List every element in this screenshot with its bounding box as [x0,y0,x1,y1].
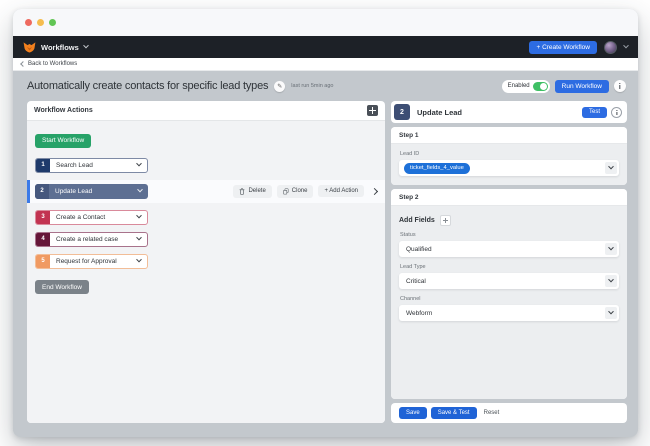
step-detail-title: Update Lead [417,107,463,117]
step-number-badge: 2 [35,183,49,199]
breadcrumb: Back to Workflows [13,58,638,71]
product-name: Workflows [41,42,79,52]
channel-label: Channel [400,296,421,302]
enabled-toggle[interactable]: Enabled [501,79,550,93]
test-button[interactable]: Test [581,106,607,118]
workflow-actions-title: Workflow Actions [34,107,93,114]
last-run-text: last run 5min ago [291,83,334,89]
step-2-dropdown[interactable]: 2 Update Lead [35,183,148,199]
step-1-dropdown[interactable]: 1 Search Lead [35,157,148,173]
status-label: Status [400,232,416,238]
dropdown-chevron [605,162,617,174]
step-1-heading: Step 1 [391,127,627,144]
start-workflow-node[interactable]: Start Workflow [35,133,92,148]
clone-icon [283,188,289,194]
step-1-card: Step 1 Lead ID ticket_fields_4_value [391,127,627,185]
chevron-left-icon [20,61,26,67]
dropdown-chevron [605,307,617,319]
add-fields-label: Add Fields [399,217,435,224]
workflow-canvas: Start Workflow 1 Search Lead 2 Update Le… [27,121,385,423]
workflow-step-row: 5 Request for Approval [35,253,377,269]
chevron-right-icon[interactable] [370,187,379,195]
step-detail-footer: Save Save & Test Reset [391,403,627,423]
info-icon[interactable] [611,106,622,118]
dropdown-chevron [605,243,617,255]
toggle-on-icon [532,81,548,91]
status-dropdown[interactable]: Qualified [399,241,619,257]
create-workflow-button[interactable]: + Create Workflow [529,40,597,54]
trash-icon [240,187,245,195]
workflow-step-row: 1 Search Lead [35,157,377,173]
chevron-down-icon [137,186,143,193]
add-step-button[interactable] [367,105,378,116]
step-number-badge: 2 [394,104,410,120]
page-title: Automatically create contacts for specif… [27,80,269,92]
end-workflow-node: End Workflow [35,280,89,294]
step-4-dropdown[interactable]: 4 Create a related case [35,231,148,247]
edit-title-button[interactable]: ✎ [274,80,286,92]
step-number-badge: 1 [36,158,50,172]
save-button[interactable]: Save [399,407,427,419]
add-action-button[interactable]: + Add Action [318,185,364,197]
close-window-button[interactable] [25,19,32,26]
step-3-dropdown[interactable]: 3 Create a Contact [35,209,148,225]
top-navbar: Workflows + Create Workflow [13,36,638,58]
back-to-workflows-link[interactable]: Back to Workflows [28,61,77,67]
mac-titlebar [13,9,638,36]
step-detail-panel: 2 Update Lead Test Step 1 Lead ID ticket… [391,101,627,423]
minimize-window-button[interactable] [37,19,44,26]
delete-step-button[interactable]: Delete [233,184,272,198]
lead-type-dropdown[interactable]: Critical [399,273,619,289]
zoom-window-button[interactable] [49,19,56,26]
plus-icon [442,218,448,223]
channel-dropdown[interactable]: Webform [399,305,619,321]
lead-id-token[interactable]: ticket_fields_4_value [404,162,470,174]
chevron-down-icon [136,234,142,241]
lead-id-label: Lead ID [400,151,420,157]
chevron-down-icon [82,42,89,49]
pencil-icon: ✎ [277,83,283,90]
run-workflow-button[interactable]: Run Workflow [554,79,609,93]
app-window: Workflows + Create Workflow Back to Work… [13,9,638,437]
product-switcher[interactable]: Workflows [23,41,89,53]
enabled-label: Enabled [507,83,530,89]
step-2-card: Step 2 Add Fields Status Qualified Lead … [391,189,627,399]
chevron-down-icon [136,160,142,167]
plus-icon [369,107,376,114]
workflow-step-row: 4 Create a related case [35,231,377,247]
dropdown-chevron [605,275,617,287]
step-number-badge: 5 [36,254,50,268]
workspace: Automatically create contacts for specif… [13,71,638,437]
user-avatar[interactable] [604,40,617,54]
info-icon[interactable] [614,80,626,92]
save-and-test-button[interactable]: Save & Test [430,407,477,419]
clone-step-button[interactable]: Clone [276,184,314,198]
reset-link[interactable]: Reset [484,410,500,416]
step-2-heading: Step 2 [391,189,627,206]
chevron-down-icon [136,212,142,219]
step-number-badge: 3 [36,210,50,224]
step-5-dropdown[interactable]: 5 Request for Approval [35,253,148,269]
workflow-step-row-selected: 2 Update Lead Delete Clone + Add Action [27,179,385,203]
chevron-down-icon [136,256,142,263]
step-detail-header: 2 Update Lead Test [391,101,627,123]
avatar-chevron-down-icon[interactable] [623,42,629,49]
freshworks-logo-icon [23,41,36,53]
add-field-button[interactable] [439,215,451,226]
workflow-step-row: 3 Create a Contact [35,209,377,225]
step-number-badge: 4 [36,232,50,246]
page-header: Automatically create contacts for specif… [13,71,638,101]
lead-id-dropdown[interactable]: ticket_fields_4_value [399,160,619,176]
workflow-actions-panel: Workflow Actions Start Workflow 1 Search… [27,101,385,423]
lead-type-label: Lead Type [400,264,426,270]
